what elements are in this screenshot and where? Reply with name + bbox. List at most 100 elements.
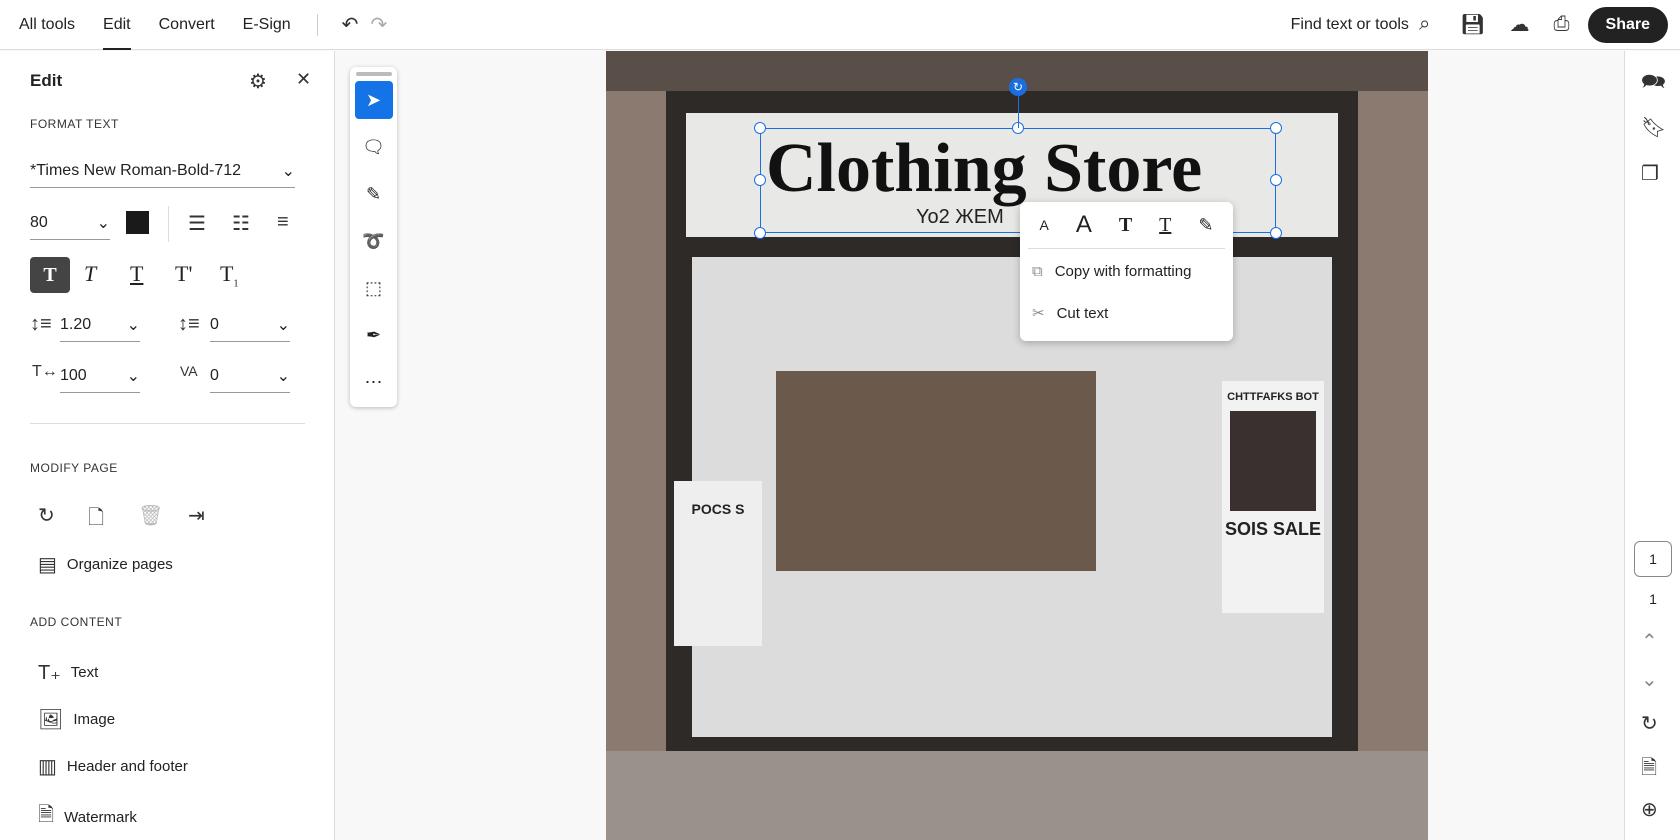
chevron-up-icon[interactable]: ⌃ — [1641, 629, 1658, 654]
share-button[interactable]: Share — [1587, 6, 1668, 43]
comments-icon[interactable]: 🗪 — [1641, 67, 1666, 101]
floating-toolbar: ➤ 🗨 ✎ ➰ ⬚ ✒ ⋯ — [350, 67, 397, 407]
extract-page-icon[interactable]: ⇥ — [188, 503, 205, 528]
text-box-tool[interactable]: ⬚ — [355, 269, 393, 307]
cut-text-item[interactable]: ✂ Cut text — [1020, 293, 1233, 333]
watermark-button[interactable]: 🗎 Watermark — [38, 800, 137, 834]
watermark-label: Watermark — [64, 808, 137, 826]
horizontal-scale-value: 100 — [60, 367, 87, 384]
select-tool[interactable]: ➤ — [354, 81, 393, 119]
rotate-view-icon[interactable]: ↻ — [1641, 711, 1658, 736]
add-text-button[interactable]: T₊ Text — [38, 660, 98, 685]
cut-text-label: Cut text — [1056, 304, 1109, 322]
tab-all-tools[interactable]: All tools — [5, 0, 89, 50]
find-text-button[interactable]: Find text or tools — [1291, 16, 1409, 34]
increase-font-size-icon[interactable]: A — [1076, 211, 1092, 239]
chevron-down-icon[interactable]: ⌄ — [1641, 667, 1658, 692]
highlight-icon[interactable]: ✎ — [1198, 215, 1213, 236]
delete-icon[interactable]: 🗑 — [138, 503, 163, 528]
font-size-select[interactable]: 80 ⌄ — [30, 213, 110, 240]
undo-icon[interactable]: ↶ — [342, 12, 359, 37]
scissors-icon: ✂ — [1032, 305, 1045, 322]
header-footer-icon: ▥ — [38, 756, 57, 778]
print-icon[interactable]: ⎙ — [1554, 13, 1570, 36]
underline-button[interactable]: T — [130, 261, 143, 287]
chevron-down-icon: ⌄ — [126, 317, 140, 334]
line-spacing-select[interactable]: 1.20 ⌄ — [60, 315, 140, 342]
resize-handle[interactable] — [754, 122, 766, 134]
numbered-list-icon[interactable]: ☷ — [232, 211, 250, 236]
line-spacing-value: 1.20 — [60, 316, 92, 333]
decrease-font-size-icon[interactable]: A — [1039, 217, 1048, 233]
paragraph-spacing-icon: ↕≡ — [178, 313, 200, 335]
search-icon[interactable]: ⌕ — [1419, 13, 1430, 36]
align-left-icon[interactable]: ≡ — [277, 211, 289, 234]
paragraph-spacing-value: 0 — [210, 316, 219, 333]
resize-handle[interactable] — [754, 227, 766, 239]
chevron-down-icon: ⌄ — [126, 368, 140, 385]
character-spacing-icon: VA — [180, 363, 198, 379]
total-pages: 1 — [1649, 591, 1657, 607]
cloud-upload-icon[interactable]: ☁ — [1510, 12, 1530, 37]
modify-page-heading: MODIFY PAGE — [30, 461, 118, 475]
bookmarks-icon[interactable]: 🔖︎ — [1641, 115, 1666, 140]
current-page-input[interactable]: 1 — [1634, 541, 1672, 577]
bold-button[interactable]: T — [30, 257, 70, 293]
redo-icon[interactable]: ↷ — [370, 12, 387, 37]
tab-convert[interactable]: Convert — [145, 0, 229, 50]
edit-panel: Edit ⚙ ✕ FORMAT TEXT *Times New Roman-Bo… — [0, 51, 335, 840]
header-footer-button[interactable]: ▥ Header and footer — [38, 754, 188, 779]
text-context-menu: A A T T ✎ ⧉ Copy with formatting ✂ Cut tex… — [1020, 202, 1233, 341]
pages-icon[interactable]: ❐ — [1641, 161, 1659, 186]
subscript-button[interactable]: T1 — [220, 261, 238, 289]
paragraph-spacing-select[interactable]: 0 ⌄ — [210, 315, 290, 342]
zoom-in-icon[interactable]: ⊕ — [1641, 797, 1658, 822]
horizontal-scale-icon: T↔ — [32, 363, 58, 380]
add-content-heading: ADD CONTENT — [30, 615, 123, 629]
comment-tool[interactable]: 🗨 — [355, 128, 393, 166]
font-select[interactable]: *Times New Roman-Bold-712 ⌄ — [30, 161, 295, 188]
character-spacing-select[interactable]: 0 ⌄ — [210, 366, 290, 393]
gear-icon[interactable]: ⚙ — [249, 69, 267, 94]
copy-formatting-icon: ⧉ — [1032, 262, 1043, 280]
poster-sale-text: SOIS SALE — [1224, 519, 1322, 539]
resize-handle[interactable] — [1270, 174, 1282, 186]
text-color-swatch[interactable] — [126, 211, 149, 234]
insert-page-icon[interactable]: 🗋 — [88, 503, 104, 537]
poster-right: CHTTFAFKS BOT SOIS SALE — [1222, 381, 1324, 613]
rotate-icon[interactable]: ↻ — [38, 503, 55, 528]
italic-button[interactable]: T — [84, 261, 96, 287]
underline-icon[interactable]: T — [1159, 214, 1171, 237]
highlight-tool[interactable]: ✎ — [355, 175, 393, 213]
chevron-down-icon: ⌄ — [276, 368, 290, 385]
watermark-icon: 🗎 — [38, 804, 55, 826]
sign-tool[interactable]: ✒ — [355, 316, 393, 354]
panel-title: Edit — [30, 71, 63, 90]
resize-handle[interactable] — [754, 174, 766, 186]
add-text-label: Text — [70, 664, 99, 681]
rotate-handle[interactable]: ↻ — [1009, 78, 1027, 96]
resize-handle[interactable] — [1270, 122, 1282, 134]
tab-edit[interactable]: Edit — [89, 0, 145, 50]
organize-pages-button[interactable]: ▤ Organize pages — [38, 552, 173, 577]
add-image-button[interactable]: 🖼︎ Image — [38, 707, 115, 732]
bullet-list-icon[interactable]: ☰ — [188, 211, 206, 236]
more-tools-icon[interactable]: ⋯ — [355, 363, 393, 401]
line-spacing-icon: ↕≡ — [30, 313, 52, 335]
tab-esign[interactable]: E-Sign — [229, 0, 305, 50]
chevron-down-icon: ⌄ — [281, 163, 295, 180]
chevron-down-icon: ⌄ — [276, 317, 290, 334]
page-fit-icon[interactable]: 🗎 — [1641, 753, 1657, 787]
font-value: *Times New Roman-Bold-712 — [30, 162, 242, 179]
bold-icon[interactable]: T — [1119, 214, 1132, 237]
horizontal-scale-select[interactable]: 100 ⌄ — [60, 366, 140, 393]
resize-handle[interactable] — [1270, 227, 1282, 239]
right-rail: 🗪 🔖︎ ❐ 1 1 ⌃ ⌄ ↻ 🗎 ⊕ — [1624, 51, 1680, 840]
close-icon[interactable]: ✕ — [296, 69, 311, 90]
chevron-down-icon: ⌄ — [96, 215, 110, 232]
copy-with-formatting-item[interactable]: ⧉ Copy with formatting — [1020, 249, 1233, 293]
draw-tool[interactable]: ➰ — [355, 222, 393, 260]
save-icon[interactable]: 💾︎ — [1460, 12, 1485, 37]
poster-right-text: CHTTFAFKS BOT — [1227, 391, 1319, 403]
superscript-button[interactable]: T' — [175, 261, 192, 287]
